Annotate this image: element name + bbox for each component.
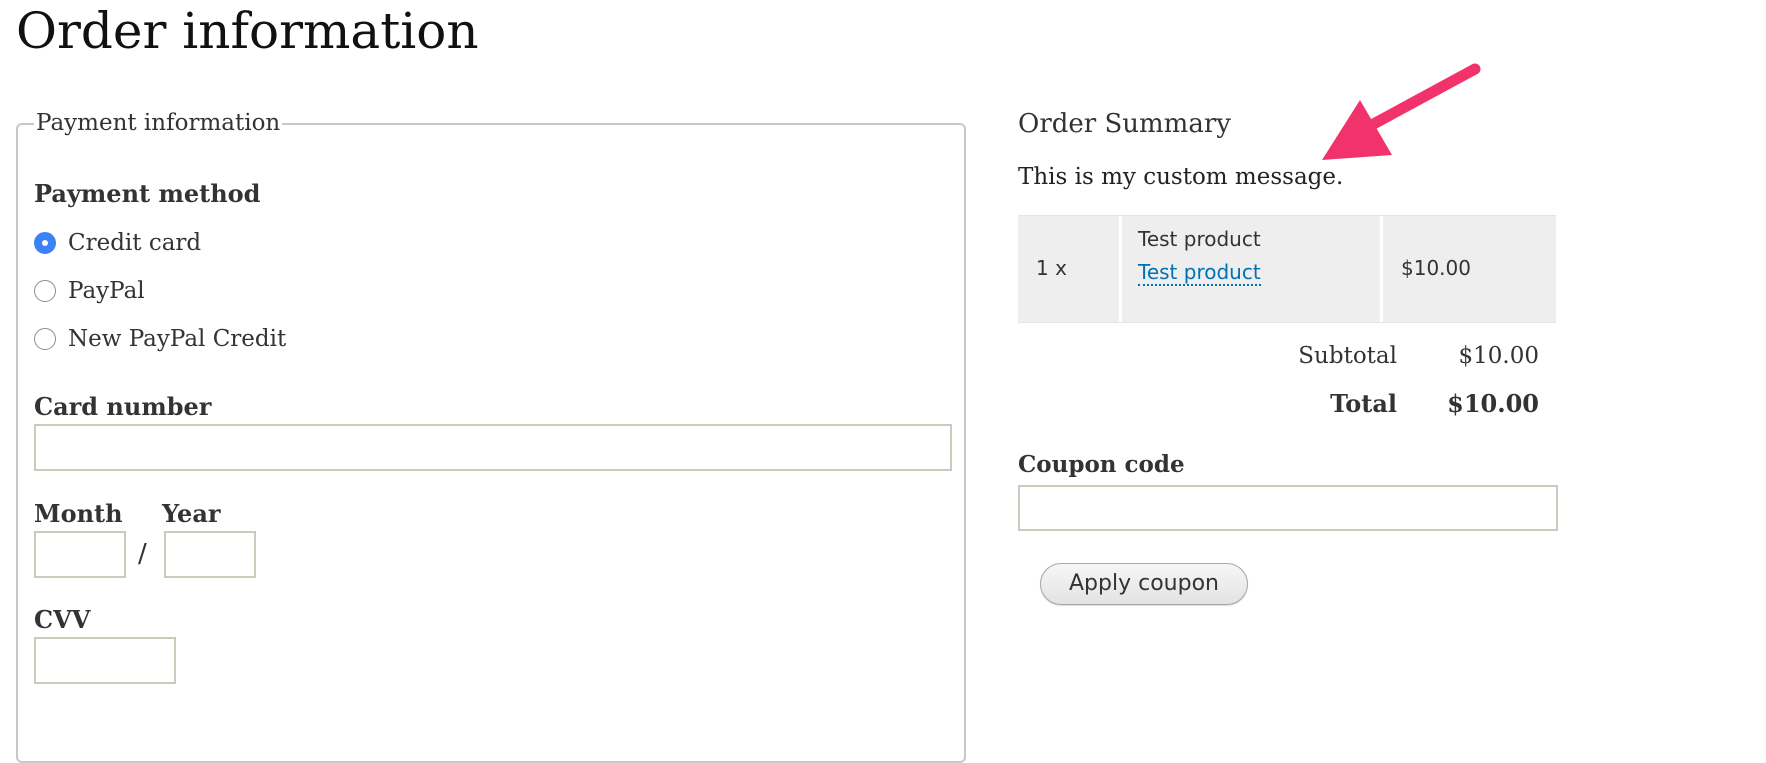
- cvv-label: CVV: [34, 605, 91, 634]
- table-cell-quantity: 1 x: [1018, 216, 1122, 322]
- payment-information-fieldset: Payment information Payment method Credi…: [16, 109, 966, 763]
- total-label: Total: [1330, 389, 1397, 418]
- subtotal-value: $10.00: [1458, 343, 1539, 369]
- payment-information-legend: Payment information: [34, 109, 283, 137]
- table-cell-product: Test product Test product: [1122, 216, 1383, 322]
- page-title: Order information: [16, 2, 479, 60]
- year-input[interactable]: [164, 531, 256, 578]
- total-value: $10.00: [1447, 389, 1539, 418]
- table-cell-price: $10.00: [1383, 216, 1556, 322]
- month-input[interactable]: [34, 531, 126, 578]
- radio-paypal[interactable]: [34, 280, 56, 302]
- item-quantity: 1 x: [1036, 256, 1067, 280]
- radio-new-paypal-credit[interactable]: [34, 328, 56, 350]
- month-label: Month: [34, 499, 123, 528]
- radio-paypal-label[interactable]: PayPal: [68, 277, 145, 305]
- payment-method-label: Payment method: [34, 179, 261, 208]
- cvv-input[interactable]: [34, 637, 176, 684]
- item-price: $10.00: [1401, 256, 1471, 280]
- coupon-code-input[interactable]: [1018, 485, 1558, 531]
- subtotal-label: Subtotal: [1298, 343, 1397, 369]
- radio-new-paypal-credit-label[interactable]: New PayPal Credit: [68, 325, 286, 353]
- card-number-label: Card number: [34, 392, 212, 421]
- order-summary-title: Order Summary: [1018, 109, 1231, 139]
- annotation-arrow-icon: [1322, 63, 1481, 160]
- payment-method-paypal[interactable]: PayPal: [34, 276, 145, 306]
- radio-credit-card[interactable]: [34, 232, 56, 254]
- subtotal-row: Subtotal $10.00: [1197, 343, 1539, 369]
- coupon-code-label: Coupon code: [1018, 451, 1185, 478]
- radio-credit-card-label[interactable]: Credit card: [68, 229, 201, 257]
- order-summary-table: 1 x Test product Test product $10.00: [1018, 215, 1556, 323]
- year-label: Year: [162, 499, 221, 528]
- total-row: Total $10.00: [1197, 389, 1539, 418]
- payment-method-credit-card[interactable]: Credit card: [34, 228, 201, 258]
- item-title: Test product: [1138, 227, 1261, 251]
- custom-message: This is my custom message.: [1018, 164, 1344, 190]
- date-separator: /: [138, 539, 147, 569]
- payment-method-new-paypal-credit[interactable]: New PayPal Credit: [34, 324, 286, 354]
- card-number-input[interactable]: [34, 424, 952, 471]
- item-product-link[interactable]: Test product: [1138, 260, 1261, 286]
- apply-coupon-button[interactable]: Apply coupon: [1040, 563, 1248, 605]
